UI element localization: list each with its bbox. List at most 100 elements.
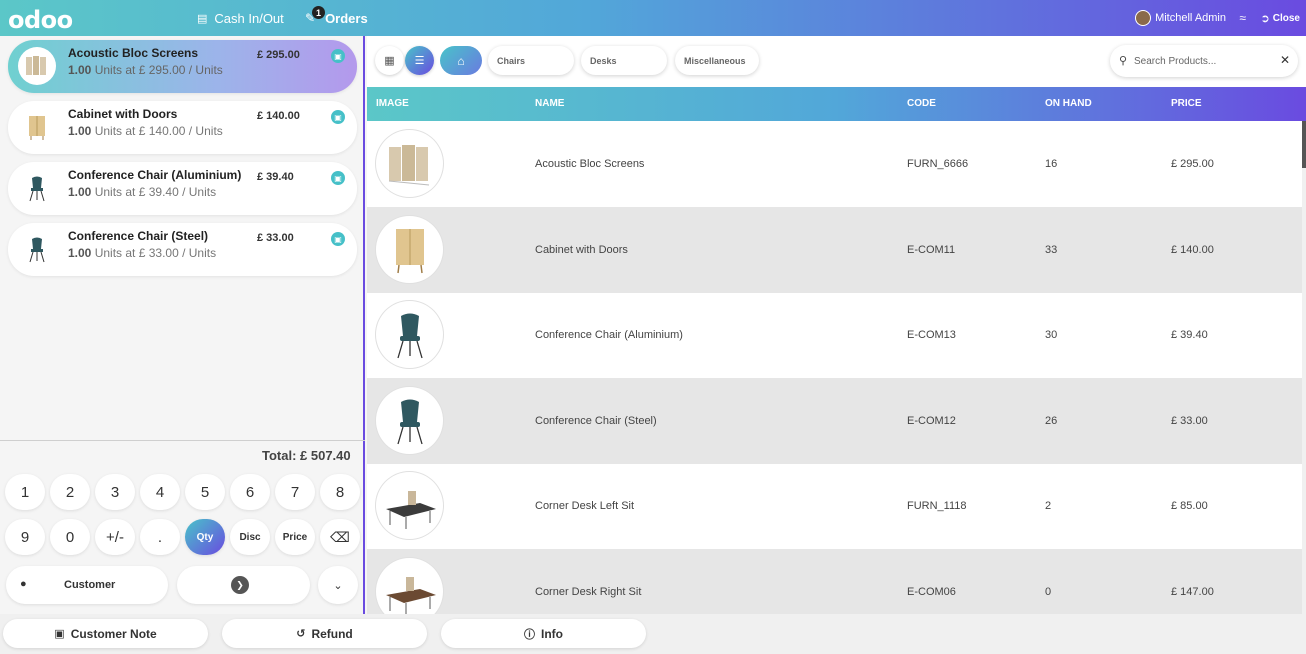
product-code: FURN_6666 (907, 158, 969, 170)
table-row[interactable]: Conference Chair (Aluminium) E-COM13 30 … (367, 292, 1304, 378)
col-code-header: CODE (907, 98, 936, 109)
info-button[interactable]: ⓘ Info (441, 619, 646, 648)
product-name: Acoustic Bloc Screens (535, 158, 645, 170)
close-button[interactable]: ➲ Close (1261, 0, 1300, 36)
table-row[interactable]: Conference Chair (Steel) E-COM12 26 £ 33… (367, 378, 1304, 464)
order-total: Total: £ 507.40 (262, 448, 351, 463)
order-line[interactable]: Conference Chair (Aluminium) 1.00 Units … (8, 162, 357, 215)
product-list-scrollbar[interactable] (1302, 121, 1306, 614)
customer-button[interactable]: ● Customer (6, 566, 168, 604)
customer-note-button[interactable]: ▣ Customer Note (3, 619, 208, 648)
product-on-hand: 2 (1045, 500, 1052, 512)
refund-button[interactable]: ↺ Refund (222, 619, 427, 648)
product-name: Conference Chair (Aluminium) (535, 329, 683, 341)
col-name-header: NAME (535, 98, 565, 109)
order-line-name: Conference Chair (Aluminium) (68, 168, 242, 182)
home-category-button[interactable]: ⌂ (440, 46, 482, 75)
wifi-icon[interactable]: ≈ (1239, 0, 1246, 36)
category-bar: ▦ ☰ ⌂ Chairs Desks Miscellaneous ⚲ ✕ (367, 36, 1306, 87)
numpad-key-6[interactable]: 6 (230, 474, 270, 510)
numpad-mode-price[interactable]: Price (275, 519, 315, 555)
chair-product-icon (18, 169, 56, 207)
category-miscellaneous[interactable]: Miscellaneous (675, 46, 759, 75)
undo-icon: ↺ (296, 628, 306, 640)
list-view-button[interactable]: ☰ (405, 46, 434, 75)
category-chairs[interactable]: Chairs (488, 46, 574, 75)
backspace-key[interactable]: ⌫ (320, 519, 360, 555)
trash-icon[interactable]: ▣ (331, 110, 345, 124)
product-name: Corner Desk Left Sit (535, 500, 635, 512)
chair-product-icon (376, 301, 443, 368)
col-on-hand-header: ON HAND (1045, 98, 1092, 109)
table-row[interactable]: Acoustic Bloc Screens FURN_6666 16 £ 295… (367, 121, 1304, 207)
user-icon: ● (20, 578, 27, 590)
info-label: Info (541, 626, 563, 641)
orders-button[interactable]: ✎ 1 Orders (305, 0, 368, 36)
screen-product-icon (18, 47, 56, 85)
order-line-qty: 1.00 Units at £ 39.40 / Units (68, 185, 217, 199)
numpad-key-plus-minus[interactable]: +/- (95, 519, 135, 555)
numpad-key-0[interactable]: 0 (50, 519, 90, 555)
cabinet-product-icon (18, 108, 56, 146)
category-desks[interactable]: Desks (581, 46, 667, 75)
user-name: Mitchell Admin (1155, 12, 1226, 24)
col-image-header: IMAGE (376, 98, 409, 109)
numpad-key-7[interactable]: 7 (275, 474, 315, 510)
table-row[interactable]: Corner Desk Right Sit E-COM06 0 £ 147.00 (367, 549, 1304, 614)
order-line[interactable]: Cabinet with Doors 1.00 Units at £ 140.0… (8, 101, 357, 154)
cash-in-out-button[interactable]: ▤ Cash In/Out (197, 0, 284, 36)
user-menu[interactable]: Mitchell Admin (1135, 0, 1226, 36)
numpad-key-decimal[interactable]: . (140, 519, 180, 555)
order-line-qty: 1.00 Units at £ 295.00 / Units (68, 63, 223, 77)
order-line[interactable]: Conference Chair (Steel) 1.00 Units at £… (8, 223, 357, 276)
clear-search-icon[interactable]: ✕ (1280, 53, 1290, 67)
customer-label: Customer (64, 579, 116, 591)
numpad-key-1[interactable]: 1 (5, 474, 45, 510)
numpad-key-4[interactable]: 4 (140, 474, 180, 510)
product-name: Conference Chair (Steel) (535, 415, 657, 427)
product-on-hand: 16 (1045, 158, 1058, 170)
chevron-right-icon: ❯ (231, 576, 249, 594)
search-icon: ⚲ (1119, 55, 1128, 67)
trash-icon[interactable]: ▣ (331, 49, 345, 63)
top-header: odoo ▤ Cash In/Out ✎ 1 Orders Mitchell A… (0, 0, 1306, 36)
order-line-name: Cabinet with Doors (68, 107, 178, 121)
avatar (1135, 10, 1152, 26)
table-row[interactable]: Corner Desk Left Sit FURN_1118 2 £ 85.00 (367, 463, 1304, 549)
scrollbar-thumb[interactable] (1302, 121, 1306, 168)
trash-icon[interactable]: ▣ (331, 171, 345, 185)
desk-product-icon (376, 472, 443, 539)
cabinet-product-icon (376, 216, 443, 283)
numpad-key-5[interactable]: 5 (185, 474, 225, 510)
more-actions-button[interactable]: ⌄ (318, 566, 358, 604)
order-line-price: £ 295.00 (257, 49, 300, 61)
numpad-mode-qty[interactable]: Qty (185, 519, 225, 555)
product-price: £ 39.40 (1171, 329, 1208, 341)
table-row[interactable]: Cabinet with Doors E-COM11 33 £ 140.00 (367, 207, 1304, 293)
product-code: E-COM13 (907, 329, 956, 341)
numpad-key-3[interactable]: 3 (95, 474, 135, 510)
trash-icon[interactable]: ▣ (331, 232, 345, 246)
search-input[interactable] (1134, 53, 1274, 69)
close-label: Close (1272, 12, 1300, 24)
product-code: FURN_1118 (907, 500, 967, 512)
order-panel: Acoustic Bloc Screens 1.00 Units at £ 29… (0, 36, 365, 614)
order-line[interactable]: Acoustic Bloc Screens 1.00 Units at £ 29… (8, 40, 357, 93)
numpad-key-2[interactable]: 2 (50, 474, 90, 510)
numpad-key-9[interactable]: 9 (5, 519, 45, 555)
product-on-hand: 26 (1045, 415, 1058, 427)
orders-label: Orders (325, 10, 368, 26)
numpad-key-8[interactable]: 8 (320, 474, 360, 510)
payment-button[interactable]: ❯ (177, 566, 310, 604)
product-price: £ 140.00 (1171, 244, 1214, 256)
order-line-qty: 1.00 Units at £ 33.00 / Units (68, 246, 217, 260)
product-on-hand: 33 (1045, 244, 1058, 256)
note-icon: ▣ (54, 628, 65, 640)
customer-note-label: Customer Note (70, 626, 157, 641)
numpad-mode-disc[interactable]: Disc (230, 519, 270, 555)
grid-view-button[interactable]: ▦ (375, 46, 404, 75)
screen-product-icon (376, 130, 443, 197)
table-header: IMAGE NAME CODE ON HAND PRICE (367, 87, 1306, 121)
divider (0, 440, 365, 441)
product-code: E-COM11 (907, 244, 956, 256)
